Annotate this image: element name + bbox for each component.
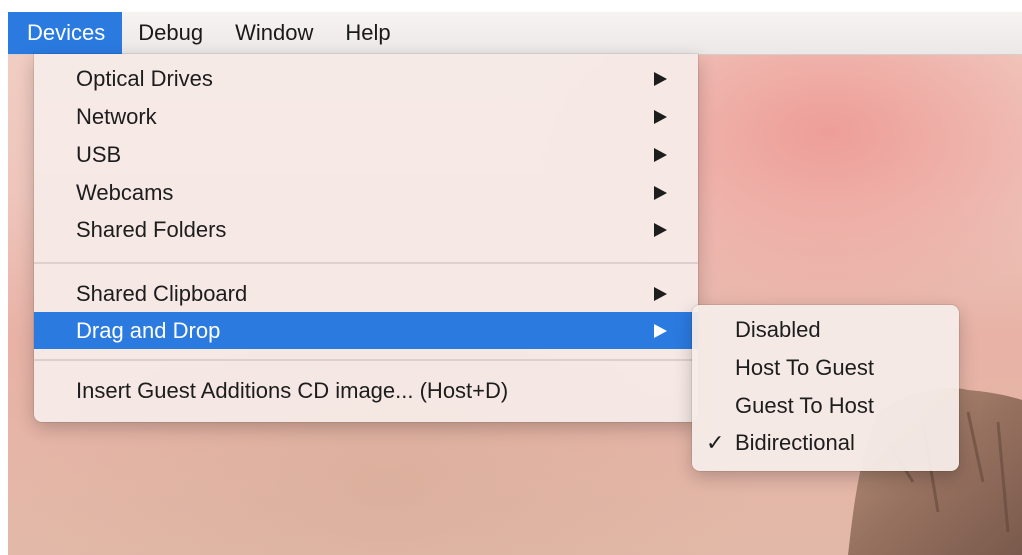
menu-debug[interactable]: Debug xyxy=(122,12,219,54)
menu-window[interactable]: Window xyxy=(219,12,329,54)
menu-item-label: Insert Guest Additions CD image... (Host… xyxy=(76,377,509,403)
menu-item-label: Shared Clipboard xyxy=(76,280,248,306)
menu-item-label: Network xyxy=(76,103,157,129)
desktop-background: Devices Debug Window Help Optical Drives… xyxy=(8,12,1022,555)
menu-item-drag-and-drop[interactable]: Drag and Drop xyxy=(34,312,698,349)
menu-item-insert-guest-additions[interactable]: Insert Guest Additions CD image... (Host… xyxy=(34,372,698,409)
menu-separator xyxy=(34,262,698,264)
submenu-item-label: Bidirectional xyxy=(735,430,855,455)
drag-and-drop-submenu: Disabled Host To Guest Guest To Host ✓ B… xyxy=(692,305,959,471)
submenu-item-label: Disabled xyxy=(735,317,821,342)
menu-item-optical-drives[interactable]: Optical Drives xyxy=(34,60,698,97)
submenu-item-disabled[interactable]: Disabled xyxy=(692,311,959,349)
submenu-arrow-icon xyxy=(654,147,667,162)
menu-item-network[interactable]: Network xyxy=(34,98,698,135)
menu-bar: Devices Debug Window Help xyxy=(8,12,1022,55)
menu-separator xyxy=(34,359,698,361)
submenu-item-host-to-guest[interactable]: Host To Guest xyxy=(692,349,959,387)
menu-item-label: Optical Drives xyxy=(76,65,213,91)
menu-item-label: Drag and Drop xyxy=(76,317,221,343)
devices-dropdown-menu: Optical Drives Network USB Webcams Share… xyxy=(34,54,698,422)
submenu-arrow-icon xyxy=(654,286,667,301)
submenu-arrow-icon xyxy=(654,71,667,86)
menu-item-shared-folders[interactable]: Shared Folders xyxy=(34,211,698,248)
menu-devices[interactable]: Devices xyxy=(8,12,123,54)
submenu-arrow-icon xyxy=(654,323,667,338)
menu-item-label: Shared Folders xyxy=(76,216,227,242)
menu-item-label: Webcams xyxy=(76,179,174,205)
menu-item-usb[interactable]: USB xyxy=(34,136,698,173)
submenu-item-label: Host To Guest xyxy=(735,355,874,380)
submenu-item-bidirectional[interactable]: ✓ Bidirectional xyxy=(692,424,959,462)
menu-help[interactable]: Help xyxy=(329,12,406,54)
submenu-arrow-icon xyxy=(654,185,667,200)
submenu-item-guest-to-host[interactable]: Guest To Host xyxy=(692,387,959,425)
menu-item-label: USB xyxy=(76,141,122,167)
submenu-arrow-icon xyxy=(654,109,667,124)
menu-item-webcams[interactable]: Webcams xyxy=(34,174,698,211)
submenu-item-label: Guest To Host xyxy=(735,393,874,418)
submenu-arrow-icon xyxy=(654,222,667,237)
checkmark-icon: ✓ xyxy=(706,430,725,456)
menu-item-shared-clipboard[interactable]: Shared Clipboard xyxy=(34,275,698,312)
